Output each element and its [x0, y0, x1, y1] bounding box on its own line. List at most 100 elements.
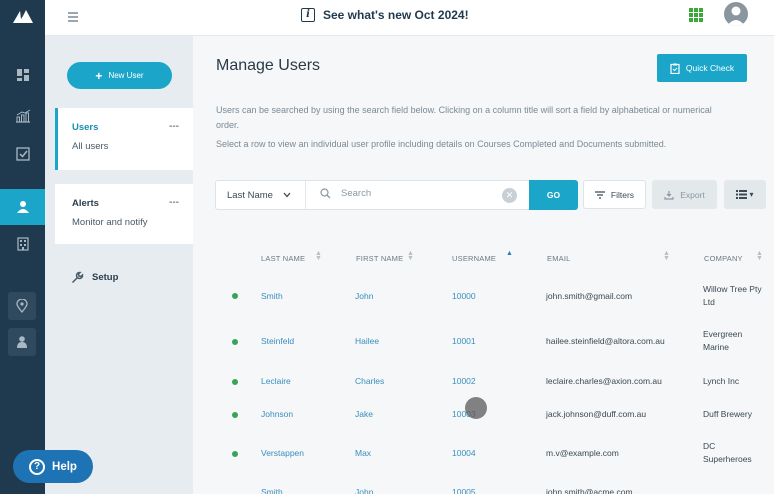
icon-rail: [0, 0, 45, 494]
search-input[interactable]: Search: [320, 188, 371, 199]
whats-new-text[interactable]: See what's new Oct 2024!: [323, 8, 469, 22]
reports-chart-icon[interactable]: [0, 98, 45, 134]
subnav-item-setup[interactable]: Setup: [71, 271, 118, 284]
cell-username[interactable]: 10004: [452, 447, 476, 460]
caret-down-icon: ▾: [749, 190, 754, 199]
sort-icon[interactable]: ▲ ▼: [663, 250, 670, 262]
cell-email[interactable]: hailee.steinfield@altora.com.au: [546, 335, 665, 348]
subnav-item-sub: All users: [72, 141, 109, 152]
clear-search-icon[interactable]: ✕: [502, 188, 517, 203]
mouse-cursor-indicator: [465, 397, 487, 419]
new-user-button[interactable]: + New User: [67, 62, 172, 89]
cell-company[interactable]: Evergreen Marine: [703, 328, 758, 354]
cell-last-name[interactable]: Johnson: [261, 408, 293, 421]
help-button[interactable]: ? Help: [13, 450, 93, 483]
search-icon: [320, 188, 331, 199]
chevron-down-icon: [283, 192, 291, 198]
question-icon: ?: [29, 458, 46, 475]
search-field-select[interactable]: Last Name: [216, 181, 306, 209]
filter-lines-icon: [594, 190, 605, 199]
item-menu-icon[interactable]: ---: [169, 197, 179, 208]
quick-check-label: Quick Check: [685, 63, 735, 73]
item-menu-icon[interactable]: ---: [169, 121, 179, 132]
plus-icon: +: [95, 68, 103, 83]
column-header-username[interactable]: USERNAME: [452, 254, 496, 263]
help-text-search: Users can be searched by using the searc…: [216, 105, 712, 130]
user-badge-icon[interactable]: [8, 328, 36, 356]
column-header-company[interactable]: COMPANY: [704, 254, 743, 263]
logo-icon[interactable]: [12, 8, 34, 24]
subnav-item-alerts[interactable]: Alerts Monitor and notify ---: [55, 184, 193, 244]
checklist-icon[interactable]: [0, 136, 45, 172]
setup-label: Setup: [92, 272, 119, 283]
whats-new-banner[interactable]: i See what's new Oct 2024!: [301, 8, 469, 22]
help-label: Help: [52, 460, 77, 473]
sort-icon[interactable]: ▲ ▼: [407, 250, 414, 262]
cell-username[interactable]: 10002: [452, 375, 476, 388]
status-dot-active: [232, 339, 238, 345]
search-field-value: Last Name: [227, 189, 273, 201]
status-dot-active: [232, 293, 238, 299]
download-icon: [664, 190, 674, 200]
sort-icon[interactable]: ▲ ▼: [315, 250, 322, 262]
cell-first-name[interactable]: Jake: [355, 408, 373, 421]
cell-company[interactable]: Lynch Inc: [703, 375, 765, 388]
status-dot-active: [232, 412, 238, 418]
cell-last-name[interactable]: Smith: [261, 290, 283, 303]
cell-company[interactable]: Duff Brewery: [703, 408, 765, 421]
cell-last-name[interactable]: Verstappen: [261, 447, 304, 460]
cell-last-name[interactable]: Smith: [261, 486, 283, 494]
cell-first-name[interactable]: Max: [355, 447, 371, 460]
cell-email[interactable]: jack.johnson@duff.com.au: [546, 408, 646, 421]
column-header-email[interactable]: EMAIL: [547, 254, 571, 263]
column-header-first-name[interactable]: FIRST NAME: [356, 254, 403, 263]
users-icon[interactable]: [0, 189, 45, 225]
new-user-label: New User: [108, 71, 144, 80]
cell-username[interactable]: 10001: [452, 335, 476, 348]
cell-username[interactable]: 10005: [452, 486, 476, 494]
hamburger-menu-icon[interactable]: [67, 10, 79, 22]
status-dot-active: [232, 379, 238, 385]
cell-last-name[interactable]: Leclaire: [261, 375, 291, 388]
cell-email[interactable]: m.v@example.com: [546, 447, 619, 460]
view-toggle-button[interactable]: ▾: [724, 180, 766, 209]
export-label: Export: [680, 189, 705, 200]
dashboard-icon[interactable]: [0, 57, 45, 93]
sort-ascending-icon[interactable]: ▲: [506, 250, 513, 257]
building-icon[interactable]: [0, 226, 45, 262]
search-placeholder: Search: [341, 188, 372, 199]
page-title: Manage Users: [216, 57, 321, 74]
subnav-item-users[interactable]: Users All users ---: [55, 108, 193, 170]
filters-button[interactable]: Filters: [583, 180, 646, 209]
cell-company[interactable]: Willow Tree Pty Ltd: [703, 283, 765, 309]
list-view-icon: [736, 190, 748, 199]
cell-first-name[interactable]: Hailee: [355, 335, 379, 348]
cell-company[interactable]: DC Superheroes: [703, 440, 765, 466]
top-bar: i See what's new Oct 2024!: [45, 0, 774, 36]
help-text-select-row: Select a row to view an individual user …: [216, 139, 667, 149]
search-bar: Last Name Search ✕ GO: [215, 180, 578, 210]
sort-icon[interactable]: ▲ ▼: [756, 250, 763, 262]
location-pin-icon[interactable]: [8, 292, 36, 320]
main-content: Manage Users Quick Check Users can be se…: [193, 36, 774, 494]
secondary-nav: + New User Users All users --- Alerts Mo…: [45, 36, 193, 494]
subnav-item-sub: Monitor and notify: [72, 217, 148, 228]
clipboard-icon: [670, 63, 680, 74]
avatar[interactable]: [724, 2, 748, 26]
go-button[interactable]: GO: [529, 180, 578, 210]
cell-email[interactable]: john.smith@acme.com: [546, 486, 633, 494]
column-header-last-name[interactable]: LAST NAME: [261, 254, 305, 263]
cell-email[interactable]: leclaire.charles@axion.com.au: [546, 375, 662, 388]
cell-first-name[interactable]: Charles: [355, 375, 384, 388]
filters-label: Filters: [610, 189, 635, 200]
cell-first-name[interactable]: John: [355, 486, 373, 494]
export-button[interactable]: Export: [652, 180, 717, 209]
cell-username[interactable]: 10000: [452, 290, 476, 303]
quick-check-button[interactable]: Quick Check: [657, 54, 747, 82]
cell-email[interactable]: john.smith@gmail.com: [546, 290, 632, 303]
app-grid-icon[interactable]: [689, 8, 703, 22]
cell-last-name[interactable]: Steinfeld: [261, 335, 294, 348]
status-dot-active: [232, 451, 238, 457]
wrench-icon: [71, 271, 84, 284]
cell-first-name[interactable]: John: [355, 290, 373, 303]
